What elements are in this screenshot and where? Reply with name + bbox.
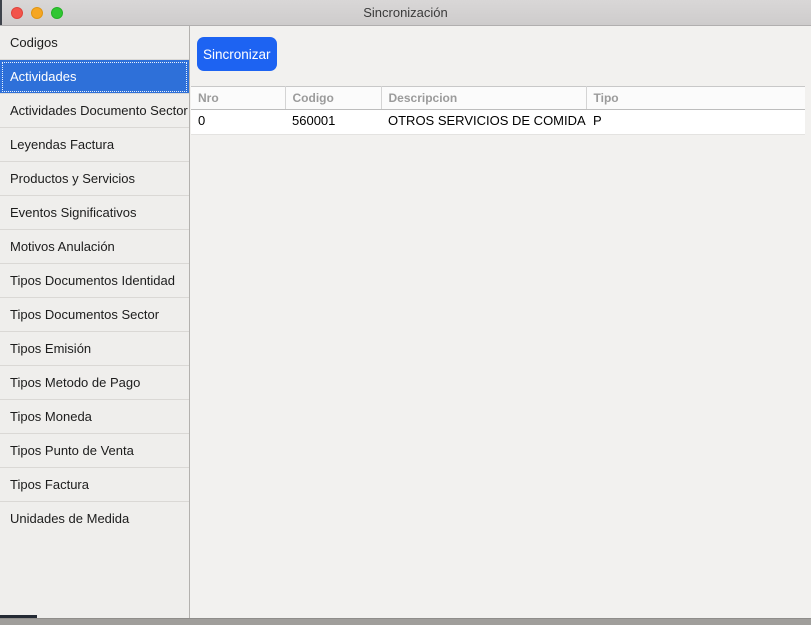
table-header-row: NroCodigoDescripcionTipo xyxy=(191,87,805,110)
sidebar-item-label: Eventos Significativos xyxy=(10,205,136,220)
sidebar-item-eventos-significativos[interactable]: Eventos Significativos xyxy=(0,196,189,230)
window-bottom-edge xyxy=(0,618,811,625)
sidebar-item-label: Codigos xyxy=(10,35,58,50)
sidebar-item-motivos-anulacion[interactable]: Motivos Anulación xyxy=(0,230,189,264)
column-header-codigo[interactable]: Codigo xyxy=(285,87,381,110)
sidebar-item-label: Tipos Moneda xyxy=(10,409,92,424)
sidebar: Codigos Actividades Actividades Documento … xyxy=(0,26,190,618)
sidebar-item-label: Tipos Documentos Identidad xyxy=(10,273,175,288)
sidebar-item-tipos-emision[interactable]: Tipos Emisión xyxy=(0,332,189,366)
sidebar-item-unidades-de-medida[interactable]: Unidades de Medida xyxy=(0,502,189,536)
sidebar-item-label: Tipos Emisión xyxy=(10,341,91,356)
column-header-tipo[interactable]: Tipo xyxy=(586,87,805,110)
table-cell: OTROS SERVICIOS DE COMIDAS xyxy=(381,110,586,131)
window-titlebar: Sincronización xyxy=(0,0,811,26)
sidebar-item-label: Tipos Factura xyxy=(10,477,89,492)
table-row[interactable]: 0560001OTROS SERVICIOS DE COMIDASP xyxy=(191,110,805,131)
column-header-nro[interactable]: Nro xyxy=(191,87,285,110)
sidebar-item-tipos-metodo-de-pago[interactable]: Tipos Metodo de Pago xyxy=(0,366,189,400)
sidebar-item-tipos-punto-de-venta[interactable]: Tipos Punto de Venta xyxy=(0,434,189,468)
sidebar-item-actividades[interactable]: Actividades xyxy=(0,60,189,94)
sidebar-item-label: Tipos Documentos Sector xyxy=(10,307,159,322)
sidebar-item-label: Tipos Punto de Venta xyxy=(10,443,134,458)
sidebar-item-label: Leyendas Factura xyxy=(10,137,114,152)
sidebar-item-tipos-factura[interactable]: Tipos Factura xyxy=(0,468,189,502)
sidebar-item-label: Unidades de Medida xyxy=(10,511,129,526)
sincronizar-button[interactable]: Sincronizar xyxy=(197,37,277,71)
app-window: Sincronización Codigos Actividades Activid… xyxy=(0,0,811,625)
window-content: Codigos Actividades Actividades Documento … xyxy=(0,26,811,618)
sidebar-item-actividades-documento-sector[interactable]: Actividades Documento Sector xyxy=(0,94,189,128)
sidebar-item-leyendas-factura[interactable]: Leyendas Factura xyxy=(0,128,189,162)
table-cell: 0 xyxy=(191,110,285,131)
sidebar-item-tipos-moneda[interactable]: Tipos Moneda xyxy=(0,400,189,434)
table-body: 0560001OTROS SERVICIOS DE COMIDASP xyxy=(191,110,805,131)
sidebar-item-codigos[interactable]: Codigos xyxy=(0,26,189,60)
column-header-descripcion[interactable]: Descripcion xyxy=(381,87,586,110)
sidebar-item-label: Actividades Documento Sector xyxy=(10,103,188,118)
sidebar-item-tipos-documentos-identidad[interactable]: Tipos Documentos Identidad xyxy=(0,264,189,298)
activities-table: NroCodigoDescripcionTipo 0560001OTROS SE… xyxy=(191,86,805,135)
table-cell: 560001 xyxy=(285,110,381,131)
sidebar-item-label: Actividades xyxy=(10,69,76,84)
sidebar-item-productos-y-servicios[interactable]: Productos y Servicios xyxy=(0,162,189,196)
sidebar-item-tipos-documentos-sector[interactable]: Tipos Documentos Sector xyxy=(0,298,189,332)
sidebar-item-label: Motivos Anulación xyxy=(10,239,115,254)
sidebar-item-label: Tipos Metodo de Pago xyxy=(10,375,140,390)
sidebar-item-label: Productos y Servicios xyxy=(10,171,135,186)
main-panel: Sincronizar NroCodigoDescripcionTipo 056… xyxy=(190,26,811,618)
window-title: Sincronización xyxy=(0,0,811,25)
table-cell: P xyxy=(586,110,805,131)
